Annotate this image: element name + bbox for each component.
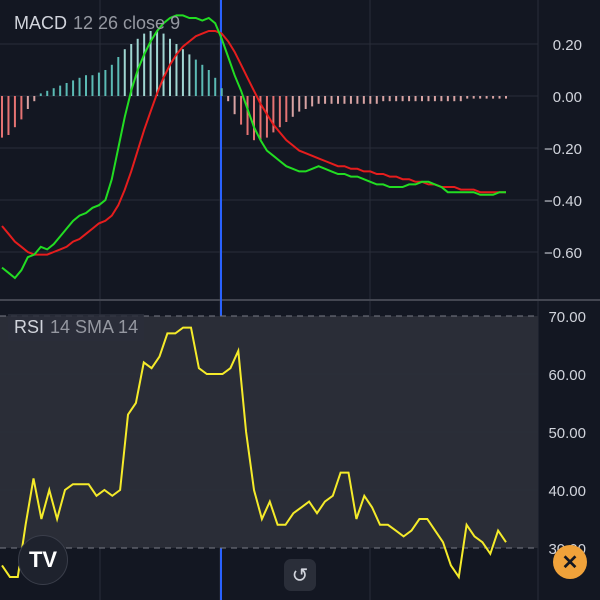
tradingview-logo-icon[interactable]: TV [18,535,68,585]
rsi-name: RSI [14,317,45,337]
rsi-ytick-label: 40.00 [548,483,586,500]
rsi-params: 14 SMA 14 [50,317,139,337]
logo-text: TV [28,547,58,572]
macd-ytick-label: 0.00 [553,89,582,106]
rsi-ytick-label: 60.00 [548,367,586,384]
reset-chart-button[interactable]: ↺ [284,559,316,591]
rsi-ytick-label: 70.00 [548,309,586,326]
chart-canvas[interactable]: 0.20 0.00 −0.20 −0.40 −0.60 70.00 60.00 50.00 40… [0,0,600,600]
macd-params: 12 26 close 9 [73,13,181,33]
close-icon: ✕ [561,551,579,574]
macd-signal-line [1,30,506,256]
macd-ytick-label: 0.20 [553,37,582,54]
rsi-indicator-label[interactable]: RSI 14 SMA 14 [8,314,145,341]
macd-name: MACD [14,13,67,33]
macd-ytick-label: −0.60 [544,245,582,262]
macd-line [1,14,506,280]
reset-chart-icon: ↺ [291,564,309,587]
macd-indicator-label[interactable]: MACD 12 26 close 9 [14,13,180,34]
close-button[interactable]: ✕ [553,545,587,579]
rsi-ytick-label: 50.00 [548,425,586,442]
macd-ytick-label: −0.40 [544,193,582,210]
macd-ytick-label: −0.20 [544,141,582,158]
